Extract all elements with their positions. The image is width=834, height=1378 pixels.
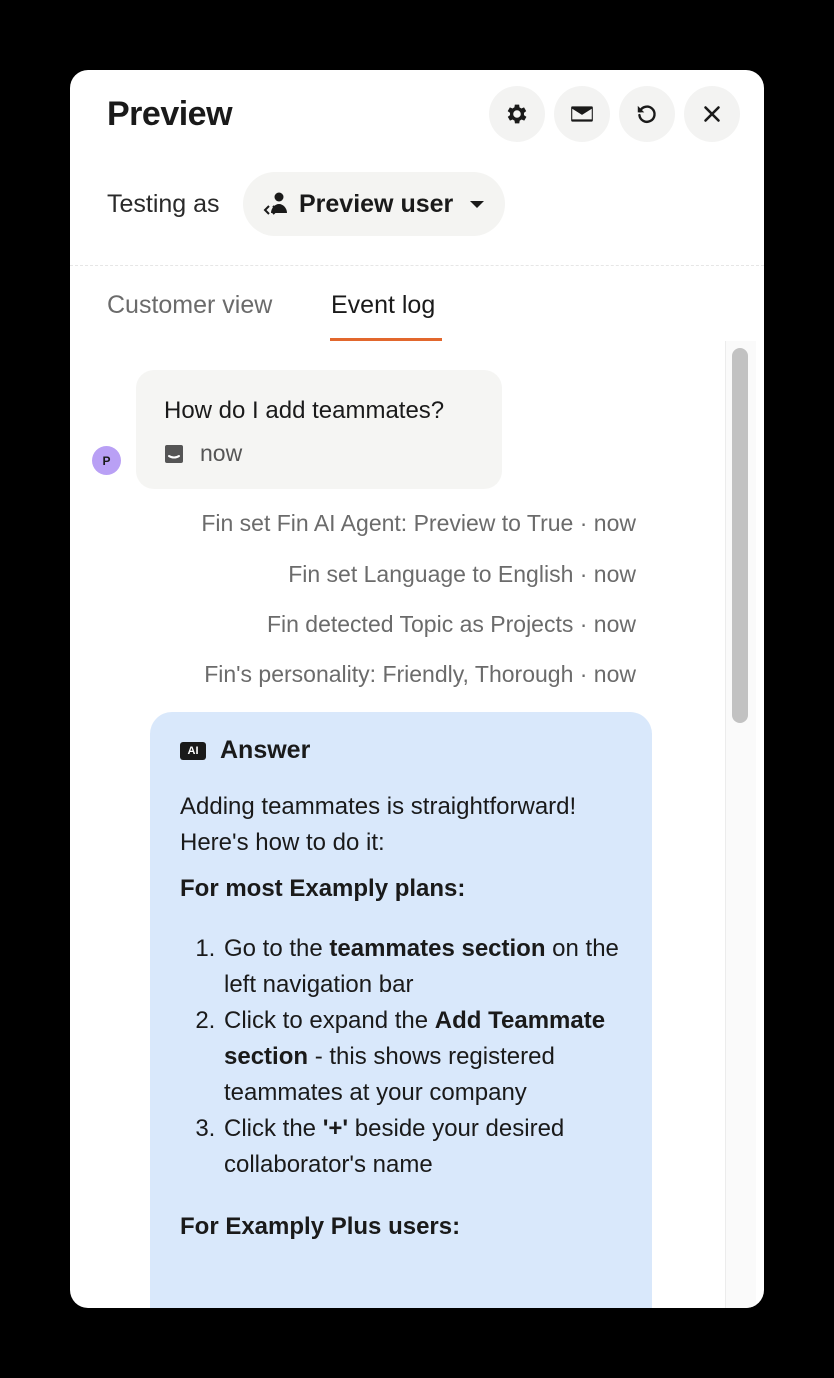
message-time: now — [200, 440, 243, 466]
answer-card: AI Answer Adding teammates is straightfo… — [150, 712, 652, 1308]
user-select[interactable]: Preview user — [243, 172, 505, 236]
event-entry: Fin set Language to English · now — [288, 561, 636, 587]
list-item: Click the '+' beside your desired collab… — [222, 1111, 622, 1183]
close-button[interactable] — [684, 86, 740, 142]
event-entry: Fin's personality: Friendly, Thorough · … — [204, 661, 636, 687]
reset-button[interactable] — [619, 86, 675, 142]
tab-customer-view[interactable]: Customer view — [107, 288, 272, 322]
event-entry: Fin set Fin AI Agent: Preview to True · … — [201, 510, 636, 536]
message-text: How do I add teammates? — [164, 397, 445, 424]
scrollbar-thumb[interactable] — [732, 348, 748, 723]
tab-event-log[interactable]: Event log — [331, 288, 435, 322]
preview-panel: Preview Testing as Preview user Customer… — [70, 70, 764, 1308]
gear-icon — [507, 104, 527, 124]
avatar: P — [92, 446, 121, 475]
testing-as-label: Testing as — [107, 190, 220, 218]
answer-title: Answer — [220, 736, 311, 764]
reset-icon — [637, 105, 656, 123]
settings-button[interactable] — [489, 86, 545, 142]
event-entry: Fin detected Topic as Projects · now — [266, 611, 636, 637]
caret-down-icon — [470, 201, 485, 208]
user-icon — [263, 192, 287, 215]
active-tab-indicator — [330, 338, 442, 341]
chat-icon — [165, 444, 183, 463]
page-title: Preview — [107, 95, 233, 133]
ai-badge-icon: AI — [180, 741, 206, 760]
mail-icon — [571, 106, 593, 122]
header-divider — [70, 265, 764, 266]
steps-list: Go to the teammates section on the left … — [180, 931, 622, 1183]
section-heading: For most Examply plans: — [180, 875, 466, 902]
user-select-label: Preview user — [299, 189, 454, 218]
list-item: Go to the teammates section on the left … — [222, 931, 622, 1003]
email-button[interactable] — [554, 86, 610, 142]
section-heading: For Examply Plus users: — [180, 1213, 461, 1240]
close-icon — [704, 106, 720, 122]
answer-intro: Adding teammates is straightforward! Her… — [180, 793, 577, 856]
user-message: How do I add teammates? now — [136, 370, 502, 489]
list-item: Click to expand the Add Teammate section… — [222, 1003, 622, 1111]
